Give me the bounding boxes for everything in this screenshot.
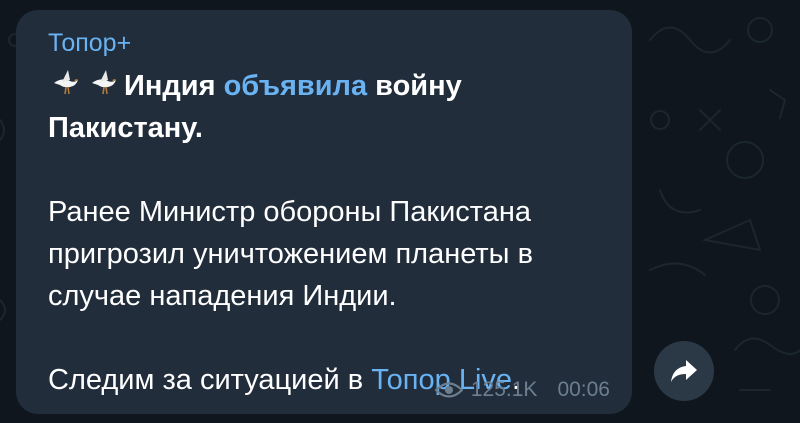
eye-icon	[434, 382, 463, 398]
message-time: 00:06	[557, 378, 610, 401]
paragraph-2: Ранее Министр обороны Пакистана пригрози…	[48, 196, 533, 312]
headline-link[interactable]: объявила	[224, 70, 368, 102]
message-text: Индия объявила войну Пакистану. Ранее Ми…	[48, 65, 608, 401]
dove-emoji-icon	[92, 70, 116, 95]
share-button[interactable]	[654, 341, 714, 401]
headline-text-1: Индия	[124, 70, 224, 102]
headline: Индия объявила войну Пакистану.	[48, 65, 608, 149]
share-arrow-icon	[671, 360, 697, 382]
view-count: 125.1K	[470, 378, 538, 401]
channel-name[interactable]: Топор+	[48, 28, 131, 58]
dove-emoji-icon	[54, 70, 78, 95]
message-bubble: Топор+ Индия объявила войну Пакистану. Р…	[16, 10, 632, 414]
message-meta: 125.1K 00:06	[434, 378, 610, 402]
paragraph-3-text: Следим за ситуацией в	[48, 364, 372, 396]
